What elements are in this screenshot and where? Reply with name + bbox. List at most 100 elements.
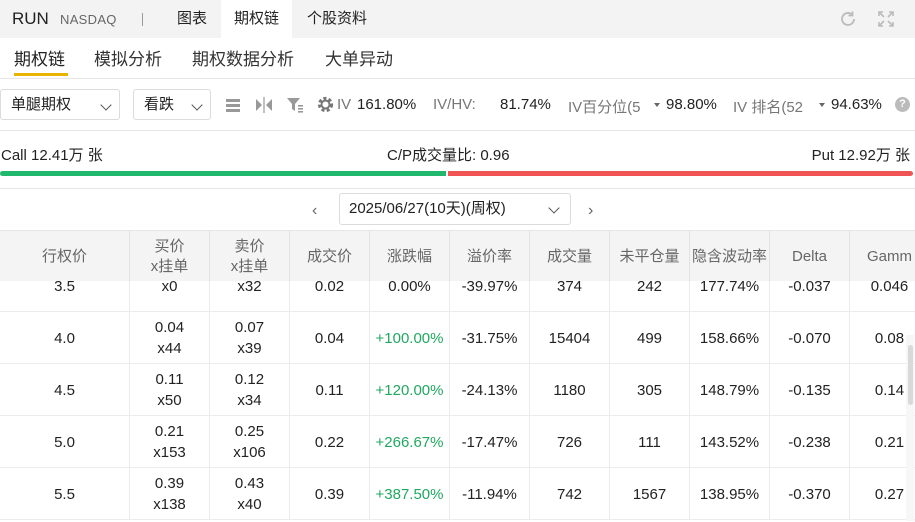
- cell-value: 111: [638, 433, 661, 451]
- column-header-strike[interactable]: 行权价: [0, 231, 130, 282]
- column-header-premium[interactable]: 溢价率: [450, 231, 530, 282]
- exchange-label: NASDAQ: [60, 12, 117, 27]
- filter-icon[interactable]: [286, 96, 304, 119]
- caret-down-icon[interactable]: [654, 103, 660, 107]
- expiry-select[interactable]: 2025/06/27(10天)(周权): [339, 193, 571, 225]
- column-header-label: 买价: [154, 237, 185, 255]
- leg-type-value: 单腿期权: [11, 96, 72, 113]
- cell-delta: -0.238: [770, 416, 850, 468]
- direction-select[interactable]: 看跌: [133, 89, 211, 120]
- column-header-last[interactable]: 成交价: [290, 231, 370, 282]
- column-header-label: 隐含波动率: [691, 247, 767, 265]
- refresh-icon[interactable]: [838, 9, 858, 29]
- cell-value: 0.11: [315, 381, 344, 399]
- subtab-option-data-analysis[interactable]: 期权数据分析: [192, 45, 294, 70]
- cell-value: 0.25: [234, 423, 265, 440]
- cell-value: -0.135: [788, 381, 831, 399]
- cell-value: +266.67%: [375, 433, 444, 451]
- tab-option-chain[interactable]: 期权链: [221, 0, 292, 38]
- cell-value: 138.95%: [699, 485, 760, 503]
- chevron-down-icon: [548, 202, 560, 214]
- cell-value: x50: [157, 392, 182, 409]
- column-header-delta[interactable]: Delta: [770, 231, 850, 282]
- cell-premium: -39.97%: [450, 281, 530, 312]
- cell-value: 0.08: [874, 329, 905, 347]
- cell-value: -0.070: [788, 329, 831, 347]
- cell-iv: 177.74%: [690, 281, 770, 312]
- tab-chart[interactable]: 图表: [163, 0, 221, 38]
- iv-value: 161.80%: [357, 96, 417, 113]
- subtab-option-chain[interactable]: 期权链: [14, 45, 65, 70]
- compare-icon[interactable]: [254, 96, 274, 119]
- column-header-ask[interactable]: 卖价 x挂单: [210, 231, 290, 282]
- cell-value: +100.00%: [375, 329, 444, 347]
- cp-volume-ratio: C/P成交量比: 0.96: [387, 147, 510, 164]
- cell-last: 0.22: [290, 416, 370, 468]
- column-header-label: Delta: [791, 247, 828, 265]
- tab-stock-profile[interactable]: 个股资料: [292, 0, 382, 38]
- prev-expiry-button[interactable]: ‹: [312, 202, 317, 220]
- column-header-oi[interactable]: 未平仓量: [610, 231, 690, 282]
- column-header-gamma[interactable]: Gamm: [850, 231, 915, 282]
- cell-bid: 0.21 x153: [130, 416, 210, 468]
- column-header-bid[interactable]: 买价 x挂单: [130, 231, 210, 282]
- put-volume: Put 12.92万 张: [811, 147, 910, 164]
- cell-value: -11.94%: [462, 485, 517, 503]
- cell-value: 374: [556, 281, 583, 295]
- cell-strike: 4.0: [0, 312, 130, 364]
- cell-value: -0.370: [788, 485, 831, 503]
- column-header-change[interactable]: 涨跌幅: [370, 231, 450, 282]
- cell-ask: 0.07 x39: [210, 312, 290, 364]
- cell-value: 0.39: [314, 485, 345, 503]
- cell-change: +120.00%: [370, 364, 450, 416]
- cell-strike: 3.5: [0, 281, 130, 312]
- caret-down-icon[interactable]: [819, 103, 825, 107]
- cell-delta: -0.037: [770, 281, 850, 312]
- table-row[interactable]: 4.0 0.04 x44 0.07 x39 0.04 +100.00% -31.75% 1540…: [0, 312, 915, 364]
- cell-value: -0.037: [788, 281, 831, 295]
- list-view-icon[interactable]: [224, 96, 242, 119]
- cell-value: 143.52%: [699, 433, 760, 451]
- expand-icon[interactable]: [876, 9, 896, 29]
- iv-rank-select[interactable]: IV 排名(52: [733, 96, 803, 117]
- column-header-label: x挂单: [150, 257, 189, 275]
- cell-oi: 242: [610, 281, 690, 312]
- settings-icon[interactable]: [316, 95, 335, 119]
- table-row[interactable]: 3.5 x0 x32 0.02 0.00% -39.97% 374 242 177.74% -0.…: [0, 281, 915, 312]
- cell-value: -39.97%: [461, 281, 518, 295]
- scrollbar-thumb[interactable]: [908, 345, 913, 405]
- cell-premium: -17.47%: [450, 416, 530, 468]
- column-header-volume[interactable]: 成交量: [530, 231, 610, 282]
- cell-change: +387.50%: [370, 468, 450, 520]
- expiry-value: 2025/06/27(10天)(周权): [349, 200, 506, 217]
- cell-gamma: 0.046: [850, 281, 915, 312]
- leg-type-select[interactable]: 单腿期权: [0, 89, 120, 120]
- cell-value: 1567: [632, 485, 667, 503]
- next-expiry-button[interactable]: ›: [588, 202, 593, 220]
- table-row[interactable]: 5.5 0.39 x138 0.43 x40 0.39 +387.50% -11.94% 742…: [0, 468, 915, 520]
- cell-ask: 0.12 x34: [210, 364, 290, 416]
- cell-premium: -11.94%: [450, 468, 530, 520]
- cell-ask: x32: [210, 281, 290, 312]
- chevron-down-icon: [191, 99, 203, 111]
- cell-value: x0: [161, 281, 178, 295]
- cell-iv: 143.52%: [690, 416, 770, 468]
- cell-value: 15404: [548, 329, 591, 347]
- cell-value: x153: [153, 444, 186, 461]
- column-header-iv[interactable]: 隐含波动率: [690, 231, 770, 282]
- cell-iv: 138.95%: [690, 468, 770, 520]
- table-row[interactable]: 4.5 0.11 x50 0.12 x34 0.11 +120.00% -24.13% 1180…: [0, 364, 915, 416]
- put-volume-bar: [448, 171, 913, 176]
- table-row[interactable]: 5.0 0.21 x153 0.25 x106 0.22 +266.67% -17.47% 72…: [0, 416, 915, 468]
- cell-strike: 5.0: [0, 416, 130, 468]
- subtab-large-orders[interactable]: 大单异动: [325, 45, 393, 70]
- cell-delta: -0.370: [770, 468, 850, 520]
- cell-premium: -31.75%: [450, 312, 530, 364]
- subtab-simulation[interactable]: 模拟分析: [94, 45, 162, 70]
- iv-percentile-select[interactable]: IV百分位(5: [568, 96, 641, 117]
- cell-value: 3.5: [54, 281, 75, 295]
- cell-last: 0.39: [290, 468, 370, 520]
- help-icon[interactable]: ?: [895, 97, 910, 112]
- cell-bid: 0.04 x44: [130, 312, 210, 364]
- cell-delta: -0.135: [770, 364, 850, 416]
